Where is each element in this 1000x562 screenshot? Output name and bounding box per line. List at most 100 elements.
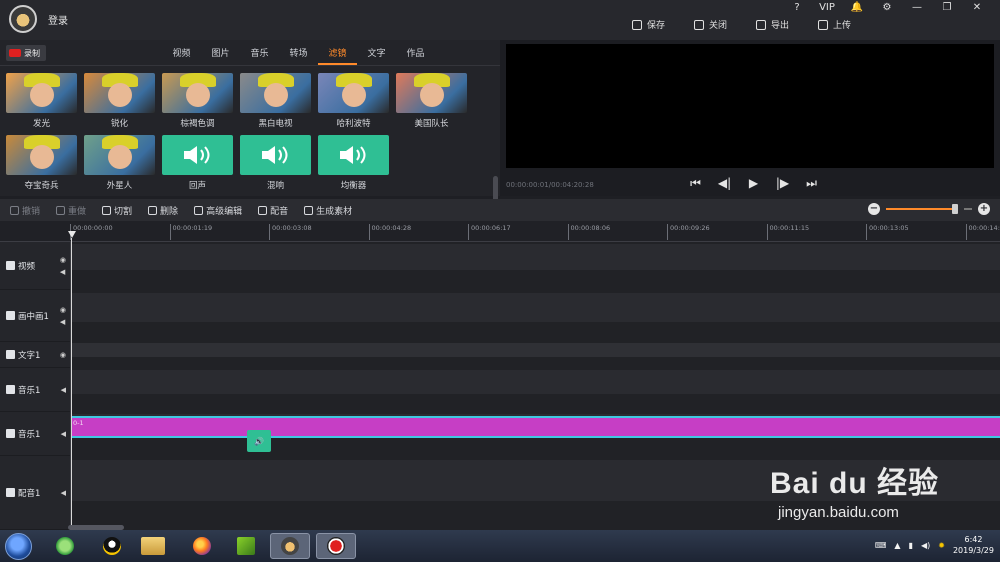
export-button[interactable]: 导出	[756, 18, 818, 31]
tab-5[interactable]: 文字	[357, 46, 396, 65]
track-video-header[interactable]: 视频 ◉ ◀	[0, 242, 70, 290]
zoom-in-button[interactable]: +	[978, 203, 990, 215]
filter-item[interactable]: 发光	[6, 73, 77, 129]
battery-icon[interactable]: ▮	[909, 541, 913, 550]
exit-button[interactable]: 关闭	[694, 18, 756, 31]
editor-icon	[281, 537, 299, 555]
filter-item[interactable]: 锐化	[84, 73, 155, 129]
track-music-1-header[interactable]: 音乐1 ◀	[0, 368, 70, 412]
track-pip-lane[interactable]	[71, 293, 1000, 322]
track-music-2-header[interactable]: 音乐1 ◀	[0, 412, 70, 456]
thumbnail-face	[342, 83, 366, 107]
upload-button[interactable]: 上传	[818, 18, 880, 31]
delete-button[interactable]: 删除	[148, 204, 178, 217]
next-frame-button[interactable]: |▶	[773, 176, 792, 191]
track-text-header[interactable]: 文字1 ◉	[0, 342, 70, 368]
track-music-1-lane[interactable]	[71, 370, 1000, 394]
exit-icon	[694, 19, 704, 30]
music-clip[interactable]: 0-1	[71, 416, 1000, 438]
filter-item[interactable]: 回声	[162, 135, 233, 191]
thumbnail-face	[30, 83, 54, 107]
advanced-edit-icon	[194, 206, 204, 215]
filter-item[interactable]: 混响	[240, 135, 311, 191]
filter-label: 锐化	[110, 119, 128, 129]
bell-icon[interactable]: 🔔	[842, 2, 872, 13]
keyboard-icon[interactable]: ⌨	[875, 541, 887, 550]
mute-icon[interactable]: ◀	[60, 318, 66, 326]
save-button[interactable]: 保存	[632, 18, 694, 31]
cut-button[interactable]: 切割	[102, 204, 132, 217]
filter-thumbnail	[318, 73, 389, 113]
track-dub-header[interactable]: 配音1 ◀	[0, 456, 70, 530]
playhead-handle[interactable]	[68, 231, 76, 238]
taskbar-app-editor[interactable]	[270, 533, 310, 559]
undo-button[interactable]: 撤销	[10, 204, 40, 217]
taskbar-app-firefox[interactable]	[182, 533, 222, 559]
avatar[interactable]	[9, 5, 37, 33]
zoom-slider-handle[interactable]	[951, 204, 958, 214]
record-button[interactable]: 录制	[6, 45, 46, 61]
start-button[interactable]	[5, 533, 32, 560]
tab-2[interactable]: 音乐	[240, 46, 279, 65]
mute-icon[interactable]: ◀	[61, 489, 66, 497]
app-window: 登录 ? VIP 🔔 ⚙ — ❐ ✕ 保存 关闭 导出 上传 录制 视频 图片 音乐 转场 滤镜 文字 作品 …	[0, 0, 1000, 562]
taskbar-app-browser[interactable]	[45, 533, 85, 559]
visibility-icon[interactable]: ◉	[60, 256, 66, 264]
edit-tools: 撤销 重做 切割 删除 高级编辑 配音 生成素材	[10, 204, 368, 217]
skip-end-button[interactable]: ⏭	[802, 176, 821, 191]
prev-frame-button[interactable]: ◀|	[715, 176, 734, 191]
clock-time: 6:42	[964, 535, 983, 544]
track-video-lane[interactable]	[71, 244, 1000, 270]
track-text-lane[interactable]	[71, 343, 1000, 357]
show-hidden-icon[interactable]: ▲	[894, 541, 900, 550]
mute-icon[interactable]: ◀	[60, 268, 66, 276]
filter-item[interactable]: 夺宝奇兵	[6, 135, 77, 191]
clock[interactable]: 6:42 2019/3/29	[953, 534, 994, 556]
tab-6[interactable]: 作品	[396, 46, 435, 65]
tab-0[interactable]: 视频	[162, 46, 201, 65]
login-link[interactable]: 登录	[48, 12, 68, 27]
dragged-audio-effect[interactable]: 🔊	[247, 430, 271, 452]
skip-start-button[interactable]: ⏮	[686, 176, 705, 191]
tab-1[interactable]: 图片	[201, 46, 240, 65]
filter-label: 夺宝奇兵	[24, 181, 59, 191]
visibility-icon[interactable]: ◉	[60, 306, 66, 314]
dub-button[interactable]: 配音	[258, 204, 288, 217]
vip-icon[interactable]: VIP	[812, 2, 842, 13]
tool-label: 重做	[68, 207, 87, 217]
help-icon[interactable]: ?	[782, 2, 812, 13]
track-pip-header[interactable]: 画中画1 ◉ ◀	[0, 290, 70, 342]
taskbar-app-player[interactable]	[226, 533, 266, 559]
filter-item[interactable]: 棕褐色调	[162, 73, 233, 129]
gear-icon[interactable]: ⚙	[872, 2, 902, 13]
restore-icon[interactable]: ❐	[932, 2, 962, 13]
taskbar-app-qq[interactable]	[92, 533, 132, 559]
playhead[interactable]	[71, 238, 72, 530]
filter-item[interactable]: 外星人	[84, 135, 155, 191]
timeline-ruler[interactable]: 00:00:00:00 00:00:01:19 00:00:03:08 00:00:0…	[0, 221, 1000, 242]
brightness-icon[interactable]: ✹	[938, 541, 945, 550]
generate-asset-button[interactable]: 生成素材	[304, 204, 352, 217]
mute-icon[interactable]: ◀	[61, 386, 66, 394]
filter-item[interactable]: 哈利波特	[318, 73, 389, 129]
filter-thumbnail	[6, 135, 77, 175]
filter-label: 黑白电视	[258, 119, 293, 129]
volume-icon[interactable]: ◀)	[921, 541, 930, 550]
filter-item[interactable]: 均衡器	[318, 135, 389, 191]
redo-button[interactable]: 重做	[56, 204, 86, 217]
filter-item[interactable]: 黑白电视	[240, 73, 311, 129]
minimize-icon[interactable]: —	[902, 2, 932, 13]
mute-icon[interactable]: ◀	[61, 430, 66, 438]
tab-4[interactable]: 滤镜	[318, 46, 357, 65]
play-button[interactable]: ▶	[744, 176, 763, 191]
tab-3[interactable]: 转场	[279, 46, 318, 65]
visibility-icon[interactable]: ◉	[60, 351, 66, 359]
track-label: 音乐1	[18, 385, 41, 396]
taskbar-app-recorder[interactable]	[316, 533, 356, 559]
filter-item[interactable]: 美国队长	[396, 73, 467, 129]
close-icon[interactable]: ✕	[962, 2, 992, 13]
zoom-out-button[interactable]: −	[868, 203, 880, 215]
advanced-edit-button[interactable]: 高级编辑	[194, 204, 242, 217]
taskbar-app-explorer[interactable]	[133, 533, 173, 559]
title-bar: 登录 ? VIP 🔔 ⚙ — ❐ ✕ 保存 关闭 导出 上传	[0, 0, 1000, 40]
